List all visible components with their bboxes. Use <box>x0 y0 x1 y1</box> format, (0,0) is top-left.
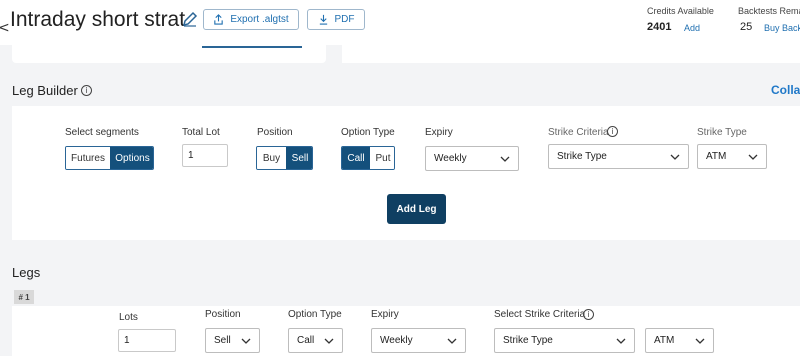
chevron-down-icon <box>616 338 626 344</box>
leg-expiry-select[interactable]: Weekly <box>371 328 466 353</box>
pdf-button[interactable]: PDF <box>307 9 365 30</box>
chevron-down-icon <box>324 338 334 344</box>
expiry-select[interactable]: Weekly <box>425 146 519 171</box>
leg-option-type-label: Option Type <box>288 309 342 320</box>
info-icon[interactable]: i <box>81 85 92 96</box>
leg-option-type-select[interactable]: Call <box>288 328 343 353</box>
add-credits-link[interactable]: Add <box>684 23 700 33</box>
position-toggle: Buy Sell <box>256 146 313 170</box>
leg-position-select[interactable]: Sell <box>205 328 260 353</box>
active-tab-indicator <box>202 45 302 48</box>
chevron-down-icon <box>670 154 680 160</box>
credits-value: 2401 <box>647 21 672 33</box>
total-lot-input[interactable]: 1 <box>182 144 228 167</box>
strike-type-select[interactable]: ATM <box>697 144 767 169</box>
option-put[interactable]: Put <box>370 147 394 169</box>
position-label: Position <box>257 127 293 138</box>
top-header: < Intraday short strat Export .algtst PD… <box>0 0 800 45</box>
option-type-label: Option Type <box>341 127 395 138</box>
expiry-value: Weekly <box>434 153 467 164</box>
pdf-label: PDF <box>334 14 355 25</box>
leg-strike-criteria-select[interactable]: Strike Type <box>494 328 635 353</box>
chevron-down-icon <box>748 154 758 160</box>
total-lot-label: Total Lot <box>182 127 220 138</box>
leg-lots-input[interactable]: 1 <box>118 329 176 352</box>
backtests-label: Backtests Rema <box>738 6 800 16</box>
leg-position-label: Position <box>205 309 241 320</box>
leg-option-type-value: Call <box>297 335 315 346</box>
strategy-title: Intraday short strat <box>10 8 186 31</box>
position-buy[interactable]: Buy <box>257 147 286 169</box>
chevron-down-icon <box>695 338 705 344</box>
leg-expiry-label: Expiry <box>371 309 399 320</box>
strike-type-value: ATM <box>706 151 727 162</box>
settings-card-right <box>342 45 800 63</box>
chevron-down-icon <box>447 338 457 344</box>
chevron-down-icon <box>500 156 510 162</box>
info-icon[interactable]: i <box>583 309 594 320</box>
leg-builder-title: Leg Builder <box>12 83 78 98</box>
chevron-down-icon <box>241 338 251 344</box>
back-icon[interactable]: < <box>0 20 10 36</box>
legs-title: Legs <box>12 265 41 280</box>
settings-card-left <box>12 45 326 63</box>
segments-label: Select segments <box>65 127 139 138</box>
backtests-value: 25 <box>740 21 753 33</box>
expiry-label: Expiry <box>425 127 453 138</box>
buy-backtests-link[interactable]: Buy Back <box>764 23 800 33</box>
segment-toggle: Futures Options <box>65 146 154 170</box>
credits-label: Credits Available <box>647 6 714 16</box>
add-leg-button[interactable]: Add Leg <box>387 194 446 224</box>
leg-position-value: Sell <box>214 335 231 346</box>
segment-futures[interactable]: Futures <box>66 147 110 169</box>
share-icon <box>214 14 224 25</box>
strike-criteria-label: Strike Criteria <box>548 127 609 138</box>
strike-criteria-select[interactable]: Strike Type <box>548 144 689 169</box>
info-icon[interactable]: i <box>607 126 618 137</box>
leg-strike-criteria-value: Strike Type <box>503 335 553 346</box>
leg-strike-type-select[interactable]: ATM <box>645 328 714 353</box>
export-label: Export .algtst <box>230 14 289 25</box>
lots-label: Lots <box>119 312 138 323</box>
leg-strike-type-value: ATM <box>654 335 675 346</box>
export-button[interactable]: Export .algtst <box>203 9 299 30</box>
option-type-toggle: Call Put <box>341 146 395 170</box>
collapse-link[interactable]: Colla <box>771 83 800 97</box>
strike-criteria-value: Strike Type <box>557 151 607 162</box>
segment-options[interactable]: Options <box>110 147 153 169</box>
leg-expiry-value: Weekly <box>380 335 413 346</box>
download-icon <box>319 14 327 25</box>
leg-number-badge: # 1 <box>14 290 34 304</box>
position-sell[interactable]: Sell <box>286 147 312 169</box>
leg-strike-criteria-label: Select Strike Criteria <box>494 309 586 320</box>
option-call[interactable]: Call <box>342 147 370 169</box>
pencil-icon[interactable] <box>182 11 198 27</box>
strike-type-label: Strike Type <box>697 127 747 138</box>
